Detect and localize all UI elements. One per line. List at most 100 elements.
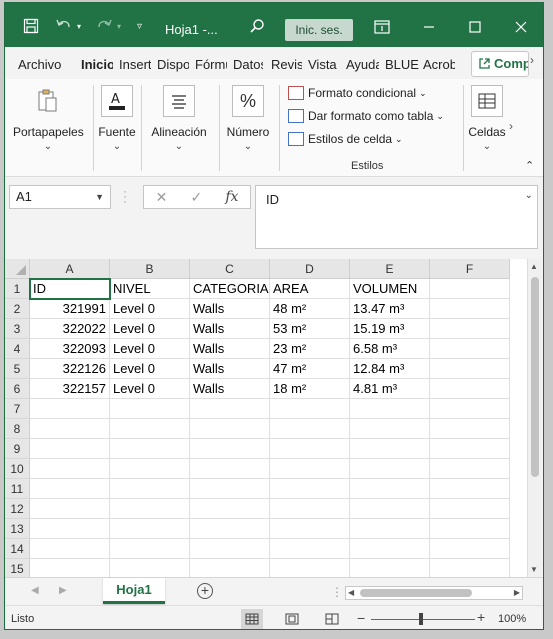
column-header-c[interactable]: C: [190, 259, 270, 279]
numero-button[interactable]: % Número ⌄: [223, 85, 273, 152]
column-header-a[interactable]: A: [30, 259, 110, 279]
cell-d9[interactable]: [270, 439, 350, 459]
minimize-icon[interactable]: [417, 15, 441, 39]
row-header-4[interactable]: 4: [5, 339, 30, 359]
cell-d4[interactable]: 23 m²: [270, 339, 350, 359]
cell-e8[interactable]: [350, 419, 430, 439]
tab-inicio[interactable]: Inicio: [81, 57, 113, 72]
cell-e10[interactable]: [350, 459, 430, 479]
cell-b11[interactable]: [110, 479, 190, 499]
horizontal-scroll-thumb[interactable]: [360, 589, 472, 597]
normal-view-icon[interactable]: [241, 609, 263, 629]
sheet-tab-hoja1[interactable]: Hoja1: [103, 578, 165, 604]
next-sheet-icon[interactable]: ▶: [59, 585, 67, 596]
sign-in-button[interactable]: Inic. ses.: [285, 19, 353, 41]
row-header-6[interactable]: 6: [5, 379, 30, 399]
cell-d14[interactable]: [270, 539, 350, 559]
page-layout-view-icon[interactable]: [281, 609, 303, 629]
cell-a8[interactable]: [30, 419, 110, 439]
cell-b5[interactable]: Level 0: [110, 359, 190, 379]
cell-d8[interactable]: [270, 419, 350, 439]
add-sheet-icon[interactable]: +: [197, 583, 213, 599]
cell-a3[interactable]: 322022: [30, 319, 110, 339]
cell-d6[interactable]: 18 m²: [270, 379, 350, 399]
select-all-button[interactable]: [5, 259, 30, 279]
scroll-left-icon[interactable]: ◀: [348, 588, 354, 597]
row-header-14[interactable]: 14: [5, 539, 30, 559]
prev-sheet-icon[interactable]: ◀: [31, 585, 39, 596]
tab-revisar[interactable]: Revisar: [271, 57, 302, 72]
cell-c1[interactable]: CATEGORIA: [190, 279, 270, 299]
cell-c8[interactable]: [190, 419, 270, 439]
cell-b13[interactable]: [110, 519, 190, 539]
cell-a12[interactable]: [30, 499, 110, 519]
cell-e9[interactable]: [350, 439, 430, 459]
cell-f10[interactable]: [430, 459, 510, 479]
row-header-10[interactable]: 10: [5, 459, 30, 479]
celdas-button[interactable]: Celdas ⌄: [467, 85, 507, 152]
cell-f9[interactable]: [430, 439, 510, 459]
zoom-in-icon[interactable]: +: [477, 609, 485, 625]
cell-e4[interactable]: 6.58 m³: [350, 339, 430, 359]
cancel-icon[interactable]: ✕: [156, 189, 168, 206]
tab-insertar[interactable]: Insertar: [119, 57, 151, 72]
cell-e14[interactable]: [350, 539, 430, 559]
search-icon[interactable]: [249, 17, 265, 35]
redo-icon[interactable]: [95, 17, 113, 35]
cell-b6[interactable]: Level 0: [110, 379, 190, 399]
tab-vista[interactable]: Vista: [308, 57, 341, 72]
redo-dropdown-icon[interactable]: ▾: [117, 17, 121, 35]
spreadsheet-grid[interactable]: A B C D E F 1 ID NIVEL CATEGORIA AREA VOLUMEN 2 32199…: [5, 259, 527, 577]
cell-b2[interactable]: Level 0: [110, 299, 190, 319]
tab-formulas[interactable]: Fórmulas: [195, 57, 227, 72]
cell-e15[interactable]: [350, 559, 430, 577]
cell-c3[interactable]: Walls: [190, 319, 270, 339]
zoom-out-icon[interactable]: −: [357, 610, 365, 626]
cell-a10[interactable]: [30, 459, 110, 479]
cell-e11[interactable]: [350, 479, 430, 499]
cell-b7[interactable]: [110, 399, 190, 419]
scroll-up-icon[interactable]: ▲: [530, 262, 538, 271]
tab-ayuda[interactable]: Ayuda: [346, 57, 379, 72]
cell-f14[interactable]: [430, 539, 510, 559]
column-header-e[interactable]: E: [350, 259, 430, 279]
row-header-13[interactable]: 13: [5, 519, 30, 539]
tab-split-handle[interactable]: ⋮: [331, 585, 343, 599]
column-header-d[interactable]: D: [270, 259, 350, 279]
enter-icon[interactable]: ✓: [190, 189, 202, 206]
cell-e1[interactable]: VOLUMEN: [350, 279, 430, 299]
chevron-down-icon[interactable]: ▼: [95, 186, 104, 208]
name-box[interactable]: A1 ▼: [9, 185, 111, 209]
cell-e7[interactable]: [350, 399, 430, 419]
cell-f3[interactable]: [430, 319, 510, 339]
cell-f1[interactable]: [430, 279, 510, 299]
horizontal-scrollbar[interactable]: ◀ ▶: [345, 586, 523, 600]
row-header-2[interactable]: 2: [5, 299, 30, 319]
cell-f6[interactable]: [430, 379, 510, 399]
cell-c7[interactable]: [190, 399, 270, 419]
formula-input[interactable]: ID ⌄: [255, 185, 538, 249]
cell-b3[interactable]: Level 0: [110, 319, 190, 339]
insert-function-button[interactable]: fx: [225, 189, 238, 205]
cell-d13[interactable]: [270, 519, 350, 539]
customize-toolbar-icon[interactable]: ▿: [137, 17, 142, 35]
cell-e2[interactable]: 13.47 m³: [350, 299, 430, 319]
expand-formula-bar-icon[interactable]: ⌄: [525, 190, 533, 201]
scroll-right-icon[interactable]: ▶: [514, 588, 520, 597]
scroll-down-icon[interactable]: ▼: [530, 565, 538, 574]
cell-b8[interactable]: [110, 419, 190, 439]
formato-condicional-button[interactable]: Formato condicional ⌄: [288, 83, 427, 103]
cell-d7[interactable]: [270, 399, 350, 419]
close-icon[interactable]: [509, 15, 533, 39]
alineacion-button[interactable]: Alineación ⌄: [147, 85, 211, 152]
cell-f7[interactable]: [430, 399, 510, 419]
ribbon-scroll-right-icon[interactable]: ›: [509, 119, 513, 133]
cell-a15[interactable]: [30, 559, 110, 577]
cell-a4[interactable]: 322093: [30, 339, 110, 359]
cell-b14[interactable]: [110, 539, 190, 559]
cell-c4[interactable]: Walls: [190, 339, 270, 359]
cell-e3[interactable]: 15.19 m³: [350, 319, 430, 339]
ribbon-display-icon[interactable]: [370, 15, 394, 39]
cell-f13[interactable]: [430, 519, 510, 539]
cell-f5[interactable]: [430, 359, 510, 379]
